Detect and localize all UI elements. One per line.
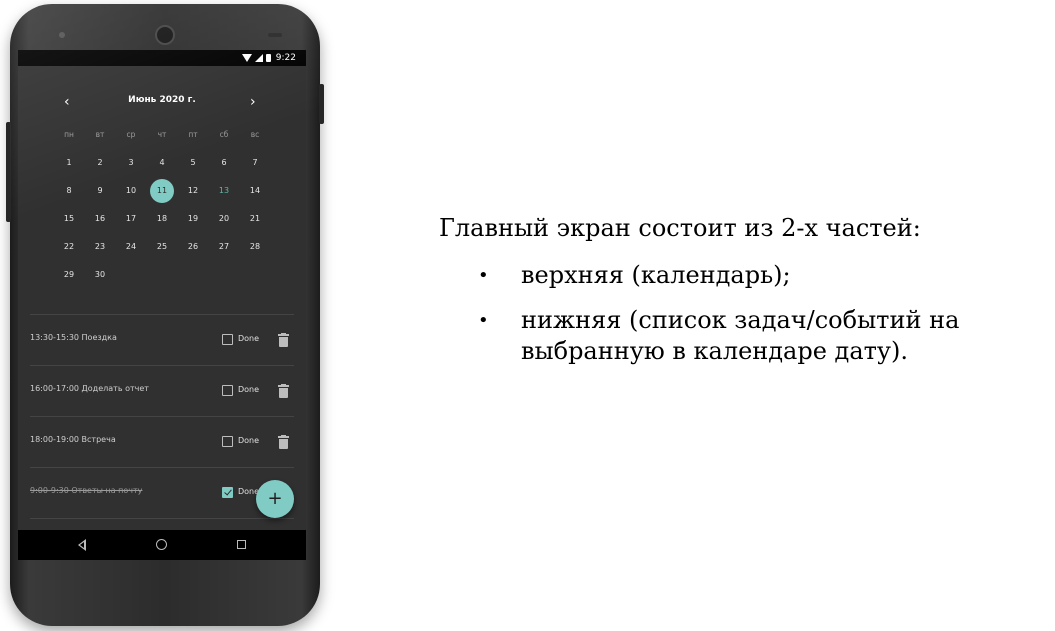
bullet-dot: •: [478, 310, 489, 331]
weekday-label: вс: [250, 130, 260, 139]
done-checkbox[interactable]: [222, 334, 233, 345]
weekday-label: пт: [188, 130, 198, 139]
home-icon[interactable]: [156, 530, 168, 560]
wifi-icon: [241, 54, 252, 62]
trash-icon[interactable]: [278, 384, 289, 398]
divider: [30, 416, 294, 417]
chevron-right-icon[interactable]: ›: [250, 94, 256, 110]
add-task-button[interactable]: +: [256, 480, 294, 518]
calendar-day[interactable]: 22: [57, 235, 81, 259]
bullet-dot: •: [478, 265, 489, 286]
bullet-text: верхняя (календарь);: [521, 261, 791, 289]
done-checkbox[interactable]: [222, 385, 233, 396]
calendar-day[interactable]: 18: [150, 207, 174, 231]
done-label: Done: [238, 436, 260, 445]
status-icons: 9:22: [241, 53, 296, 63]
calendar-day[interactable]: 10: [119, 179, 143, 203]
calendar-day[interactable]: 21: [243, 207, 267, 231]
divider: [30, 467, 294, 468]
power-button: [319, 84, 324, 124]
done-label: Done: [238, 334, 260, 343]
trash-icon-part: [278, 436, 289, 438]
chevron-left-icon[interactable]: ‹: [64, 94, 70, 110]
weekday-label: чт: [157, 130, 167, 139]
trash-icon-part: [279, 337, 288, 347]
weekday-label: сб: [219, 130, 229, 139]
weekday-label: вт: [95, 130, 105, 139]
done-checkbox[interactable]: [222, 436, 233, 447]
trash-icon[interactable]: [278, 333, 289, 347]
calendar-day[interactable]: 15: [57, 207, 81, 231]
task-text[interactable]: 18:00-19:00 Встреча: [30, 435, 116, 444]
task-text[interactable]: 9:00-9:30 Ответы на почту: [30, 486, 142, 495]
weekday-label: пн: [64, 130, 74, 139]
calendar-day[interactable]: 24: [119, 235, 143, 259]
trash-icon-part: [278, 334, 289, 336]
calendar-day[interactable]: 29: [57, 263, 81, 287]
navigation-bar: [18, 530, 306, 560]
calendar-day[interactable]: 30: [88, 263, 112, 287]
trash-icon-part: [279, 439, 288, 449]
bullet-item: • нижняя (список задач/событий на выбран…: [478, 305, 1018, 367]
recents-icon[interactable]: [236, 530, 248, 560]
calendar-day[interactable]: 19: [181, 207, 205, 231]
calendar-day[interactable]: 7: [243, 151, 267, 175]
bullet-text: нижняя (список задач/событий на выбранну…: [521, 306, 960, 365]
trash-icon[interactable]: [278, 435, 289, 449]
calendar-day[interactable]: 12: [181, 179, 205, 203]
bullet-item: • верхняя (календарь);: [478, 260, 1018, 291]
volume-button: [6, 122, 11, 222]
phone-frame: 9:22 ‹ Июнь 2020 г. › пн вт ср чт пт сб вс 123…: [6, 4, 324, 626]
calendar-day[interactable]: 8: [57, 179, 81, 203]
bullet-list: • верхняя (календарь); • нижняя (список …: [478, 260, 1018, 381]
calendar-day[interactable]: 6: [212, 151, 236, 175]
calendar-day-selected[interactable]: 11: [150, 179, 174, 203]
done-checkbox[interactable]: [222, 487, 233, 498]
trash-icon-part: [278, 385, 289, 387]
calendar-day[interactable]: 14: [243, 179, 267, 203]
trash-icon-part: [279, 388, 288, 398]
phone-screen: 9:22 ‹ Июнь 2020 г. › пн вт ср чт пт сб вс 123…: [18, 50, 306, 560]
calendar-month-title: Июнь 2020 г.: [128, 95, 196, 105]
task-text[interactable]: 13:30-15:30 Поездка: [30, 333, 117, 342]
calendar-day[interactable]: 1: [57, 151, 81, 175]
speaker-grille: [268, 33, 282, 37]
calendar-day[interactable]: 23: [88, 235, 112, 259]
calendar-day[interactable]: 13: [212, 179, 236, 203]
done-label: Done: [238, 385, 260, 394]
status-bar: 9:22: [18, 50, 306, 66]
task-text[interactable]: 16:00-17:00 Доделать отчет: [30, 384, 149, 393]
slide-heading: Главный экран состоит из 2-х частей:: [439, 214, 921, 242]
calendar-day[interactable]: 27: [212, 235, 236, 259]
calendar-day[interactable]: 9: [88, 179, 112, 203]
divider: [30, 365, 294, 366]
calendar-day[interactable]: 2: [88, 151, 112, 175]
battery-icon: [265, 54, 271, 62]
divider: [30, 518, 294, 519]
calendar-day[interactable]: 3: [119, 151, 143, 175]
calendar-day[interactable]: 28: [243, 235, 267, 259]
front-camera: [155, 25, 175, 45]
proximity-sensor-dot: [59, 32, 65, 38]
status-time: 9:22: [275, 53, 296, 63]
weekday-label: ср: [126, 130, 136, 139]
signal-icon: [254, 54, 263, 62]
calendar-day[interactable]: 4: [150, 151, 174, 175]
calendar-header: ‹ Июнь 2020 г. ›: [18, 94, 306, 110]
calendar-day[interactable]: 17: [119, 207, 143, 231]
calendar-day[interactable]: 25: [150, 235, 174, 259]
back-icon[interactable]: [76, 530, 88, 560]
calendar-day[interactable]: 20: [212, 207, 236, 231]
calendar-day[interactable]: 5: [181, 151, 205, 175]
check-icon: [224, 487, 232, 496]
calendar-day[interactable]: 16: [88, 207, 112, 231]
calendar-day[interactable]: 26: [181, 235, 205, 259]
divider: [30, 314, 294, 315]
